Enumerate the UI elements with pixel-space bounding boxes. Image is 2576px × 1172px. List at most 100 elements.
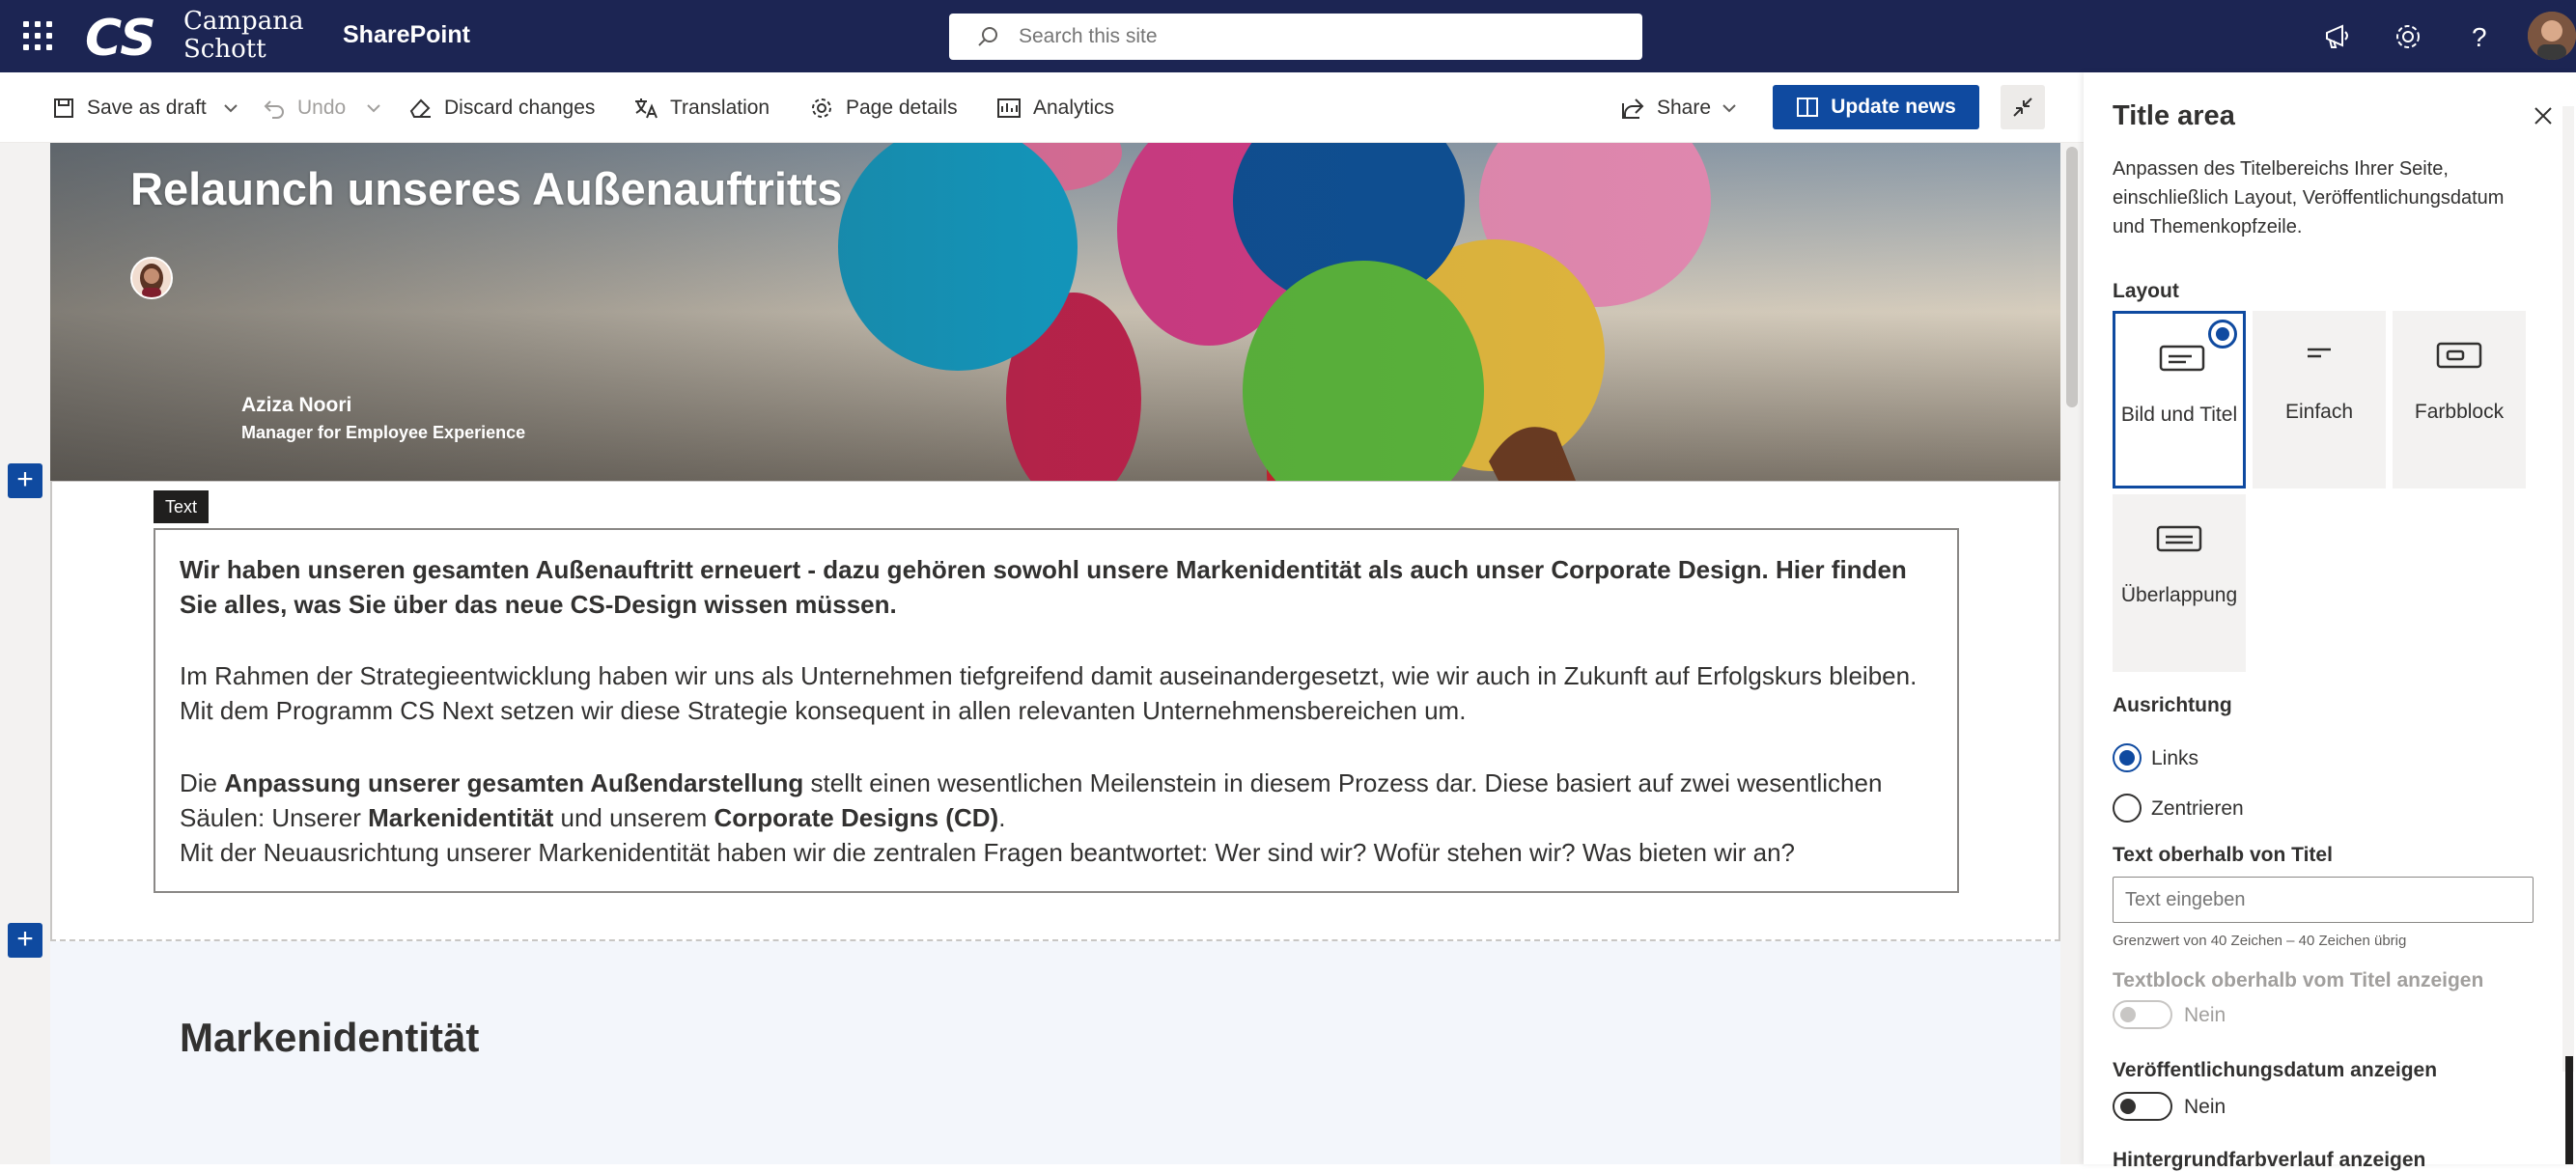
design-text-4: . xyxy=(998,803,1006,832)
gear-icon xyxy=(812,98,831,118)
search-box[interactable] xyxy=(949,14,1642,60)
book-open-icon xyxy=(1797,98,1819,117)
align-left-radio[interactable] xyxy=(2113,743,2142,772)
add-section-button-2[interactable]: + xyxy=(8,923,42,958)
alignment-label: Ausrichtung xyxy=(2113,694,2232,716)
section-heading[interactable]: Markenidentität xyxy=(180,1015,479,1061)
textblock-toggle-label: Textblock oberhalb vom Titel anzeigen xyxy=(2113,969,2484,991)
undo-button[interactable]: Undo xyxy=(263,72,346,143)
publish-date-toggle[interactable] xyxy=(2113,1092,2172,1121)
help-icon[interactable]: ? xyxy=(2462,19,2497,54)
pane-title: Title area xyxy=(2113,100,2235,131)
design-text-bold-2: Markenidentität xyxy=(368,803,554,832)
page-title[interactable]: Relaunch unseres Außenauftritts xyxy=(130,162,842,215)
translation-icon xyxy=(635,98,658,118)
strategy-paragraph[interactable]: Im Rahmen der Strategieentwicklung haben… xyxy=(180,658,1946,728)
search-icon xyxy=(978,27,997,46)
intro-paragraph[interactable]: Wir haben unseren gesamten Außenauftritt… xyxy=(180,552,1946,622)
logo-line-1: Campana xyxy=(183,7,304,36)
publish-date-toggle-state: Nein xyxy=(2184,1096,2226,1118)
logo-line-2: Schott xyxy=(183,35,266,64)
canvas-scroll-thumb[interactable] xyxy=(2066,147,2078,407)
share-label: Share xyxy=(1657,96,1712,119)
search-input[interactable] xyxy=(1019,14,1617,60)
eraser-icon xyxy=(409,98,431,118)
left-gutter xyxy=(0,143,50,1164)
webpart-tag: Text xyxy=(154,490,209,523)
background-gradient-label: Hintergrundfarbverlauf anzeigen xyxy=(2113,1149,2426,1171)
author-name[interactable]: Aziza Noori xyxy=(241,394,351,417)
user-avatar-image xyxy=(2528,12,2576,60)
site-logo-text[interactable]: Campana Schott xyxy=(183,8,303,64)
design-text-3: und unserem xyxy=(553,803,714,832)
text-above-title-label: Text oberhalb von Titel xyxy=(2113,844,2333,866)
svg-text:?: ? xyxy=(2472,22,2487,52)
textblock-toggle-state: Nein xyxy=(2184,1004,2226,1026)
share-chevron-icon[interactable] xyxy=(1721,99,1738,117)
layout-option-plain[interactable]: Einfach xyxy=(2253,311,2386,488)
translation-label: Translation xyxy=(670,96,770,119)
save-icon xyxy=(54,98,73,118)
update-news-button[interactable]: Update news xyxy=(1773,85,1979,129)
analytics-label: Analytics xyxy=(1033,96,1115,119)
app-name[interactable]: SharePoint xyxy=(343,21,470,49)
align-left-label[interactable]: Links xyxy=(2151,747,2198,770)
update-news-label: Update news xyxy=(1831,96,1956,118)
undo-label: Undo xyxy=(297,96,347,119)
align-center-label[interactable]: Zentrieren xyxy=(2151,797,2244,821)
undo-options-chevron-icon[interactable] xyxy=(365,99,382,117)
pane-description: Anpassen des Titelbereichs Ihrer Seite, … xyxy=(2113,158,2505,237)
design-text-1: Die xyxy=(180,768,225,797)
author-avatar[interactable] xyxy=(130,257,173,299)
pane-scrollbar[interactable] xyxy=(2562,106,2574,1072)
layout-plain-icon xyxy=(2308,348,2331,358)
layout-overlap-icon xyxy=(2156,525,2202,552)
layout-image-title-icon xyxy=(2159,345,2205,372)
add-section-button[interactable]: + xyxy=(8,463,42,498)
undo-icon xyxy=(264,99,284,119)
app-launcher-icon[interactable] xyxy=(23,21,52,50)
share-button[interactable]: Share xyxy=(1620,72,1711,143)
layout-label: Layout xyxy=(2113,280,2179,302)
pane-scroll-thumb[interactable] xyxy=(2565,1056,2573,1164)
discard-changes-label: Discard changes xyxy=(444,96,596,119)
brand-paragraph[interactable]: Mit der Neuausrichtung unserer Markenide… xyxy=(180,835,1946,870)
settings-gear-icon[interactable] xyxy=(2391,19,2425,54)
svg-text:CS: CS xyxy=(85,10,156,63)
layout-option-label: Überlappung xyxy=(2120,584,2238,606)
megaphone-icon[interactable] xyxy=(2321,19,2356,54)
text-above-title-input[interactable] xyxy=(2113,877,2534,923)
design-text-bold-1: Anpassung unserer gesamten Außendarstell… xyxy=(224,768,804,797)
close-icon[interactable] xyxy=(2530,102,2557,129)
layout-option-label: Bild und Titel xyxy=(2120,404,2238,426)
share-icon xyxy=(1622,98,1644,119)
character-limit-hint: Grenzwert von 40 Zeichen – 40 Zeichen üb… xyxy=(2113,933,2407,949)
design-text-bold-3: Corporate Designs (CD) xyxy=(714,803,999,832)
layout-option-color-block[interactable]: Farbblock xyxy=(2393,311,2526,488)
publish-date-label: Veröffentlichungsdatum anzeigen xyxy=(2113,1059,2438,1081)
cs-logo-icon: CS xyxy=(85,10,156,63)
layout-option-label: Farbblock xyxy=(2414,401,2505,423)
translation-button[interactable]: Translation xyxy=(633,72,770,143)
user-avatar[interactable] xyxy=(2528,12,2576,60)
author-avatar-image xyxy=(132,259,171,297)
discard-changes-button[interactable]: Discard changes xyxy=(407,72,595,143)
author-role: Manager for Employee Experience xyxy=(241,423,526,442)
collapse-pane-button[interactable] xyxy=(2001,85,2045,129)
collapse-icon xyxy=(2013,98,2032,117)
save-as-draft-label: Save as draft xyxy=(87,96,207,119)
page-details-label: Page details xyxy=(846,96,958,119)
analytics-icon xyxy=(997,98,1021,118)
page-details-button[interactable]: Page details xyxy=(809,72,958,143)
layout-option-image-and-title[interactable]: Bild und Titel xyxy=(2113,311,2246,488)
save-options-chevron-icon[interactable] xyxy=(222,99,239,117)
selected-check-icon xyxy=(2208,320,2237,349)
analytics-button[interactable]: Analytics xyxy=(996,72,1114,143)
align-center-radio[interactable] xyxy=(2113,794,2142,823)
layout-option-label: Einfach xyxy=(2284,401,2354,423)
save-as-draft-button[interactable]: Save as draft xyxy=(52,72,207,143)
layout-color-block-icon xyxy=(2436,342,2482,369)
textblock-toggle[interactable] xyxy=(2113,1000,2172,1029)
layout-option-overlap[interactable]: Überlappung xyxy=(2113,494,2246,672)
design-paragraph[interactable]: Die Anpassung unserer gesamten Außendars… xyxy=(180,766,1946,835)
